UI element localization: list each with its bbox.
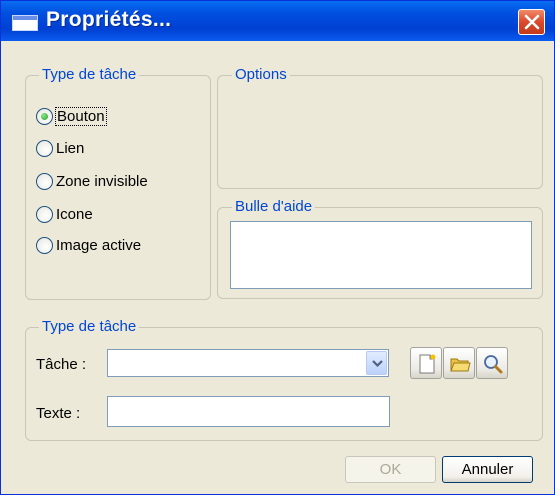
close-icon xyxy=(524,14,540,30)
radio-button-lien[interactable] xyxy=(36,139,53,157)
task-group-legend: Type de tâche xyxy=(39,318,140,336)
radio-icone[interactable]: Icone xyxy=(36,203,93,225)
window-icon xyxy=(12,15,38,31)
text-input[interactable] xyxy=(107,396,390,427)
task-combobox[interactable] xyxy=(107,349,389,377)
radio-button-bouton[interactable] xyxy=(36,107,53,125)
radio-button-image-active[interactable] xyxy=(36,236,53,254)
open-folder-button[interactable] xyxy=(443,347,475,379)
window-title: Propriétés... xyxy=(46,8,172,31)
radio-label-zone-invisible: Zone invisible xyxy=(56,172,148,190)
radio-button-icone[interactable] xyxy=(36,205,53,223)
radio-label-lien: Lien xyxy=(56,139,85,157)
radio-lien[interactable]: Lien xyxy=(36,137,84,159)
tooltip-textarea[interactable] xyxy=(230,221,532,289)
radio-label-image-active: Image active xyxy=(56,236,142,254)
task-dropdown-button[interactable] xyxy=(366,351,387,375)
task-type-radio-group: Type de tâche Bouton Lien Zone invisible… xyxy=(25,66,211,300)
tooltip-legend: Bulle d'aide xyxy=(232,198,316,216)
ok-button[interactable]: OK xyxy=(345,456,436,483)
close-button[interactable] xyxy=(518,9,545,35)
new-task-button[interactable] xyxy=(410,347,442,379)
text-label: Texte : xyxy=(36,405,81,422)
radio-image-active[interactable]: Image active xyxy=(36,234,141,256)
title-bar[interactable]: Propriétés... xyxy=(1,1,554,41)
radio-label-bouton: Bouton xyxy=(55,106,107,126)
magnifier-icon xyxy=(484,355,503,374)
search-button[interactable] xyxy=(476,347,508,379)
tooltip-group: Bulle d'aide xyxy=(217,198,543,299)
cancel-button[interactable]: Annuler xyxy=(442,456,533,483)
radio-bouton[interactable]: Bouton xyxy=(36,105,107,127)
task-type-legend: Type de tâche xyxy=(39,66,140,84)
new-document-icon xyxy=(419,354,436,374)
task-label: Tâche : xyxy=(36,356,87,373)
task-group: Type de tâche Tâche : Texte: xyxy=(25,318,543,441)
radio-zone-invisible[interactable]: Zone invisible xyxy=(36,170,148,192)
radio-label-icone: Icone xyxy=(56,205,93,223)
chevron-down-icon xyxy=(372,360,383,368)
properties-dialog: Propriétés... Type de tâche Bouton Lien … xyxy=(0,0,555,495)
options-group: Options xyxy=(217,66,543,189)
folder-icon xyxy=(450,358,471,372)
radio-button-zone-invisible[interactable] xyxy=(36,172,53,190)
options-legend: Options xyxy=(232,66,290,84)
